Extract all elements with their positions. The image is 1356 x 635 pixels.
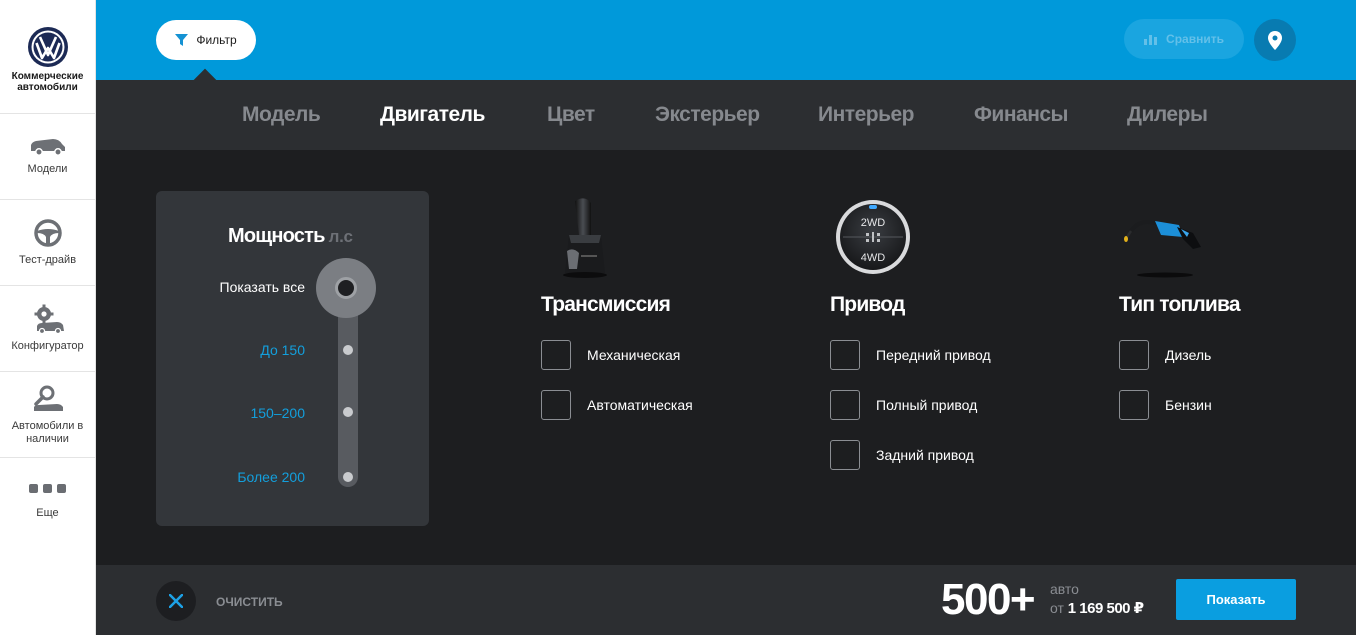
fuel-filter: Тип топлива Дизель Бензин (1119, 192, 1241, 420)
power-option-over-200[interactable]: Более 200 (237, 469, 305, 485)
drive-option-rear[interactable]: Задний привод (830, 440, 974, 470)
sidebar-item-label: Автомобили в наличии (11, 419, 84, 445)
drive-filter: 2WD 4WD Привод Передний привод Полный пр… (830, 192, 991, 470)
gear-shifter-icon (563, 198, 607, 278)
checkbox-label: Дизель (1165, 347, 1212, 363)
power-option-150-200[interactable]: 150–200 (250, 405, 305, 421)
transmission-option-manual[interactable]: Механическая (541, 340, 680, 370)
sidebar-item-label: Модели (27, 163, 68, 175)
checkbox[interactable] (1119, 390, 1149, 420)
power-slider-tick[interactable] (343, 407, 353, 417)
checkbox-label: Автоматическая (587, 397, 693, 413)
sidebar-item-label: Тест-драйв (18, 254, 77, 266)
power-slider-tick[interactable] (343, 345, 353, 355)
checkbox-label: Полный привод (876, 397, 978, 413)
power-slider-tick[interactable] (343, 472, 353, 482)
fuel-nozzle-image (1121, 192, 1203, 282)
checkbox[interactable] (830, 390, 860, 420)
car-gear-icon (34, 304, 64, 334)
tab-finance[interactable]: Финансы (974, 103, 1069, 127)
sidebar-item-models[interactable]: Модели (0, 114, 95, 200)
funnel-icon (175, 34, 189, 46)
gear-shifter-image (561, 192, 609, 282)
transmission-title: Трансмиссия (541, 293, 671, 316)
car-search-icon (33, 385, 63, 411)
power-filter-panel: Мощность л.с Показать все До 150 150–200 … (156, 191, 429, 526)
transmission-filter: Трансмиссия Механическая Автоматическая (541, 192, 693, 420)
close-icon (169, 594, 183, 608)
tab-exterior[interactable]: Экстерьер (655, 103, 760, 127)
checkbox[interactable] (830, 340, 860, 370)
fuel-title: Тип топлива (1119, 293, 1241, 316)
compare-button-label: Сравнить (1166, 32, 1224, 46)
brand-logo-block[interactable]: Коммерческие автомобили (0, 0, 95, 114)
steering-wheel-icon (33, 219, 62, 247)
show-results-button[interactable]: Показать (1176, 579, 1296, 620)
bar-chart-icon (1144, 35, 1158, 45)
dial-bottom-label: 4WD (861, 252, 886, 264)
sidebar-more-label: Еще (36, 506, 59, 519)
fuel-option-diesel[interactable]: Дизель (1119, 340, 1211, 370)
filter-button[interactable]: Фильтр (156, 20, 256, 60)
drive-dial-image: 2WD 4WD (835, 192, 911, 282)
checkbox[interactable] (1119, 340, 1149, 370)
sidebar: Коммерческие автомобили Модели Тест-драй… (0, 0, 96, 635)
power-title-text: Мощность (228, 225, 325, 247)
checkbox-label: Задний привод (876, 447, 974, 463)
compare-button[interactable]: Сравнить (1124, 19, 1244, 59)
van-icon (30, 139, 65, 156)
sidebar-item-label: Конфигуратор (11, 340, 84, 352)
clear-button[interactable] (156, 581, 196, 621)
price-value: 1 169 500 ₽ (1067, 600, 1144, 617)
results-bar: ОЧИСТИТЬ 500+ авто от 1 169 500 ₽ Показа… (96, 565, 1356, 635)
filter-button-label: Фильтр (196, 33, 237, 47)
sidebar-item-test-drive[interactable]: Тест-драйв (0, 200, 95, 286)
price-prefix: от (1050, 600, 1064, 616)
transmission-option-automatic[interactable]: Автоматическая (541, 390, 693, 420)
power-slider-handle[interactable] (316, 258, 376, 318)
more-dots-icon (29, 483, 66, 493)
power-title: Мощность л.с (228, 225, 353, 248)
checkbox[interactable] (830, 440, 860, 470)
fuel-nozzle-icon (1124, 220, 1201, 278)
brand-text: Коммерческие автомобили (11, 71, 84, 93)
results-count: 500+ (941, 575, 1036, 624)
power-option-all[interactable]: Показать все (220, 279, 305, 295)
checkbox-label: Передний привод (876, 347, 991, 363)
location-button[interactable] (1254, 19, 1296, 61)
results-count-unit: авто (1050, 581, 1079, 597)
dial-top-label: 2WD (861, 217, 886, 229)
clear-label[interactable]: ОЧИСТИТЬ (216, 595, 283, 609)
sidebar-item-in-stock[interactable]: Автомобили в наличии (0, 372, 95, 458)
tab-engine[interactable]: Двигатель (380, 103, 485, 127)
checkbox[interactable] (541, 340, 571, 370)
price-line: от 1 169 500 ₽ (1050, 599, 1144, 617)
sidebar-item-more[interactable]: Еще (0, 458, 95, 544)
fuel-option-petrol[interactable]: Бензин (1119, 390, 1212, 420)
drive-option-front[interactable]: Передний привод (830, 340, 991, 370)
drive-title: Привод (830, 293, 905, 316)
top-bar: Фильтр Сравнить (96, 0, 1356, 80)
tab-dealers[interactable]: Дилеры (1127, 103, 1208, 127)
power-unit: л.с (328, 227, 353, 246)
drive-dial-icon: 2WD 4WD (836, 200, 910, 274)
vw-logo-icon (27, 27, 68, 67)
drive-option-all-wheel[interactable]: Полный привод (830, 390, 977, 420)
filter-page: Коммерческие автомобили Модели Тест-драй… (0, 0, 1356, 635)
checkbox-label: Бензин (1165, 397, 1212, 413)
tab-interior[interactable]: Интерьер (818, 103, 915, 127)
location-pin-icon (1268, 30, 1282, 50)
power-option-under-150[interactable]: До 150 (260, 342, 305, 358)
checkbox-label: Механическая (587, 347, 681, 363)
checkbox[interactable] (541, 390, 571, 420)
sidebar-item-configurator[interactable]: Конфигуратор (0, 286, 95, 372)
tab-model[interactable]: Модель (242, 103, 321, 127)
tab-color[interactable]: Цвет (547, 103, 595, 127)
category-tabs: Модель Двигатель Цвет Экстерьер Интерьер… (96, 68, 1356, 150)
